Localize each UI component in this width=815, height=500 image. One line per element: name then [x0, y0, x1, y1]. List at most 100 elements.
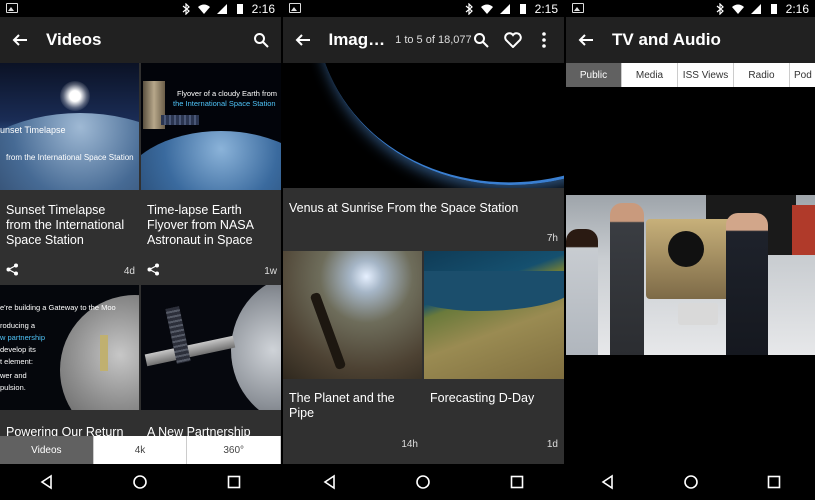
app-bar: Imag… 1 to 5 of 18,077 [283, 17, 564, 63]
image-age: 1d [546, 439, 558, 450]
video-thumbnail [141, 285, 281, 410]
nav-recents-icon[interactable] [766, 474, 782, 490]
tab-iss-views[interactable]: ISS Views [678, 63, 734, 87]
image-card[interactable]: Venus at Sunrise From the Space Station … [283, 63, 564, 249]
thumbnail-caption: pulsion. [0, 383, 26, 392]
coastline [424, 271, 564, 311]
bluetooth-icon [716, 2, 724, 15]
spacecraft-body [144, 335, 236, 367]
image-notification-icon [6, 3, 18, 13]
nav-recents-icon[interactable] [509, 474, 525, 490]
back-arrow-icon[interactable] [10, 30, 30, 50]
nav-recents-icon[interactable] [226, 474, 242, 490]
video-age: 1w [264, 266, 277, 277]
tab-360[interactable]: 360° [187, 436, 281, 464]
earth-globe [141, 131, 281, 190]
page-title: TV and Audio [612, 30, 721, 49]
tv-audio-screen: 2:16 TV and Audio Public Media ISS Views… [566, 0, 815, 500]
red-equipment [792, 205, 815, 255]
earth-limb [283, 63, 564, 188]
thumbnail-caption: roducing a [0, 321, 36, 330]
live-video-frame [566, 195, 815, 355]
image-age: 7h [546, 233, 558, 244]
image-card[interactable]: The Planet and the Pipe 14h [283, 251, 422, 461]
overflow-menu-icon[interactable] [535, 30, 554, 50]
nebula-pipe [309, 291, 347, 371]
search-icon[interactable] [251, 30, 271, 50]
nav-home-icon[interactable] [132, 474, 148, 490]
status-time: 2:16 [785, 1, 809, 16]
page-title: Imag… [328, 30, 386, 49]
back-arrow-icon[interactable] [293, 30, 312, 50]
video-player[interactable] [566, 87, 815, 464]
status-bar: 2:16 [566, 0, 815, 17]
battery-icon [236, 3, 243, 14]
thumbnail-caption: the International Space Station [173, 99, 276, 108]
tab-media[interactable]: Media [622, 63, 678, 87]
signal-icon [750, 3, 761, 14]
tab-radio[interactable]: Radio [734, 63, 790, 87]
bluetooth-icon [182, 2, 190, 15]
video-thumbnail: e're building a Gateway to the Moo roduc… [0, 285, 139, 410]
result-count: 1 to 5 of 18,077 [395, 34, 472, 46]
tab-4k[interactable]: 4k [94, 436, 188, 464]
nav-home-icon[interactable] [415, 474, 431, 490]
favorite-heart-icon[interactable] [503, 30, 522, 50]
thumbnail-caption: develop its [0, 345, 36, 354]
wifi-icon [197, 4, 210, 14]
wifi-icon [480, 4, 493, 14]
share-icon[interactable] [147, 263, 160, 276]
nav-back-icon[interactable] [600, 474, 616, 490]
app-bar: Videos [0, 17, 281, 63]
page-title: Videos [46, 30, 102, 49]
signal-icon [216, 3, 227, 14]
video-title: Sunset Timelapse from the International … [6, 203, 125, 247]
gateway-module [100, 335, 108, 371]
signal-icon [499, 3, 510, 14]
video-thumbnail: unset Timelapse from the International S… [0, 63, 139, 190]
person-woman [566, 229, 598, 355]
thumbnail-caption: Flyover of a cloudy Earth from [177, 89, 278, 98]
image-age: 14h [401, 439, 418, 450]
nav-home-icon[interactable] [683, 474, 699, 490]
tab-pod[interactable]: Pod [790, 63, 815, 87]
video-title: Time-lapse Earth Flyover from NASA Astro… [147, 203, 254, 247]
share-icon[interactable] [6, 263, 19, 276]
tab-public[interactable]: Public [566, 63, 622, 87]
status-time: 2:16 [251, 1, 275, 16]
back-arrow-icon[interactable] [576, 30, 596, 50]
battery-icon [770, 3, 777, 14]
thumbnail-caption: w partnership [0, 333, 46, 342]
status-bar: 2:16 [0, 0, 281, 17]
thumbnail-caption: wer and [0, 371, 27, 380]
moon-surface [231, 285, 281, 410]
video-age: 4d [123, 266, 135, 277]
image-thumbnail [283, 63, 564, 188]
search-icon[interactable] [472, 30, 491, 50]
nav-back-icon[interactable] [39, 474, 55, 490]
thumbnail-caption: from the International Space Station [6, 153, 134, 162]
video-grid: unset Timelapse from the International S… [0, 63, 281, 464]
image-title: The Planet and the Pipe [289, 391, 395, 420]
person-man-right [726, 213, 768, 355]
image-grid: Venus at Sunrise From the Space Station … [283, 63, 564, 464]
video-category-tabs: Videos 4k 360° [0, 436, 281, 464]
tab-videos[interactable]: Videos [0, 436, 94, 464]
nav-back-icon[interactable] [322, 474, 338, 490]
battery-icon [519, 3, 526, 14]
wifi-icon [731, 4, 744, 14]
status-bar: 2:15 [283, 0, 564, 17]
video-card[interactable]: Flyover of a cloudy Earth from the Inter… [141, 63, 281, 283]
solar-panel [161, 115, 199, 125]
system-nav-bar [0, 464, 281, 500]
person-man-left [610, 203, 644, 355]
image-thumbnail [424, 251, 564, 379]
rover-model [678, 303, 718, 325]
app-bar: TV and Audio [566, 17, 815, 63]
system-nav-bar [566, 464, 815, 500]
image-card[interactable]: Forecasting D-Day 1d [424, 251, 564, 461]
image-notification-icon [572, 3, 584, 13]
bluetooth-icon [465, 2, 473, 15]
system-nav-bar [283, 464, 564, 500]
video-card[interactable]: unset Timelapse from the International S… [0, 63, 139, 283]
